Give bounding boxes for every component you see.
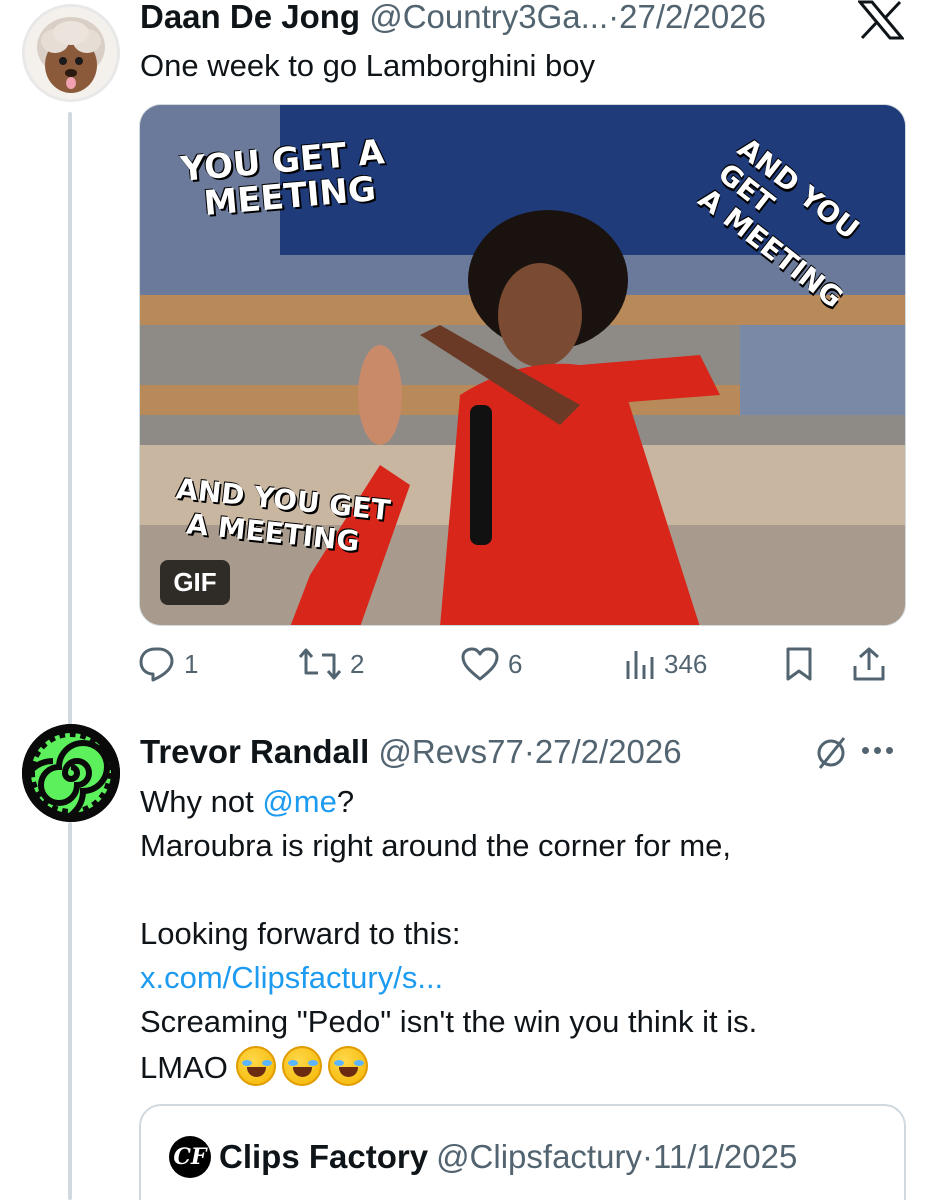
rolling-laughing-emoji-icon (236, 1046, 277, 1086)
separator-dot: · (641, 1138, 653, 1175)
like-button[interactable]: 6 (460, 642, 522, 686)
more-icon[interactable] (862, 738, 902, 762)
gif-caption-top-left: YOU GET A MEETING (179, 132, 387, 225)
avatar[interactable] (22, 724, 120, 822)
rolling-laughing-emoji-icon (328, 1046, 369, 1086)
text-span: LMAO (140, 1050, 228, 1085)
reply-button[interactable]: 1 (138, 642, 198, 686)
repost-button[interactable]: 2 (298, 642, 364, 686)
quoted-tweet-card[interactable]: CF Clips Factory @Clipsfactury·11/1/2025 (139, 1104, 906, 1200)
reply-count: 1 (184, 648, 199, 679)
url-link[interactable]: x.com/Clipsfactury/s... (140, 956, 443, 1000)
thread-connector-line (68, 822, 72, 1200)
reply-icon (139, 647, 174, 682)
text-span: Why not (140, 784, 263, 819)
separator-dot: · (523, 733, 535, 770)
spiral-avatar-icon (22, 724, 120, 822)
view-count: 346 (664, 648, 708, 679)
bookmark-button[interactable] (784, 642, 814, 686)
tweet-text: One week to go Lamborghini boy (140, 48, 595, 83)
tweet-date[interactable]: 27/2/2026 (619, 0, 766, 35)
tweet-text-line: Maroubra is right around the corner for … (140, 828, 731, 863)
tweet-text-line: Why not @me? (140, 780, 354, 824)
heart-icon (461, 647, 499, 681)
repost-icon (298, 648, 342, 680)
author-name[interactable]: Trevor Randall (140, 733, 369, 770)
repost-count: 2 (350, 648, 365, 679)
tweet-text-line: LMAO (140, 1046, 374, 1090)
quoted-author-handle[interactable]: @Clipsfactury (436, 1138, 642, 1175)
x-logo-icon[interactable] (856, 0, 906, 45)
gif-badge: GIF (160, 560, 230, 605)
views-button[interactable]: 346 (624, 642, 707, 686)
tweet-header: Trevor Randall @Revs77·27/2/2026 (140, 732, 682, 772)
quoted-tweet-date[interactable]: 11/1/2025 (653, 1138, 797, 1175)
share-icon (853, 647, 885, 681)
author-name[interactable]: Daan De Jong (140, 0, 360, 35)
tweet-date[interactable]: 27/2/2026 (535, 733, 682, 770)
grok-icon[interactable] (812, 734, 850, 777)
rolling-laughing-emoji-icon (282, 1046, 323, 1086)
share-button[interactable] (852, 642, 886, 686)
avatar[interactable] (22, 4, 120, 102)
bookmark-icon (786, 647, 812, 681)
tweet-header: Daan De Jong @Country3Ga...·27/2/2026 (140, 0, 766, 37)
thread-connector-line (68, 112, 72, 752)
author-handle[interactable]: @Revs77 (378, 733, 523, 770)
clips-factory-logo-icon: CF (169, 1136, 211, 1178)
views-icon (626, 651, 654, 679)
mention-link[interactable]: @me (262, 784, 337, 819)
tweet-text-line: Looking forward to this: (140, 916, 461, 951)
tweet-text-line: Screaming "Pedo" isn't the win you think… (140, 1004, 758, 1039)
quoted-tweet-header: CF Clips Factory @Clipsfactury·11/1/2025 (169, 1136, 797, 1178)
author-handle[interactable]: @Country3Ga... (369, 0, 608, 35)
text-span: ? (336, 784, 355, 819)
gif-media[interactable]: YOU GET A MEETING AND YOU GET A MEETING … (139, 104, 906, 626)
separator-dot: · (608, 0, 620, 35)
like-count: 6 (508, 648, 523, 679)
quoted-author-name[interactable]: Clips Factory (219, 1137, 428, 1177)
dog-avatar-icon (25, 7, 117, 99)
